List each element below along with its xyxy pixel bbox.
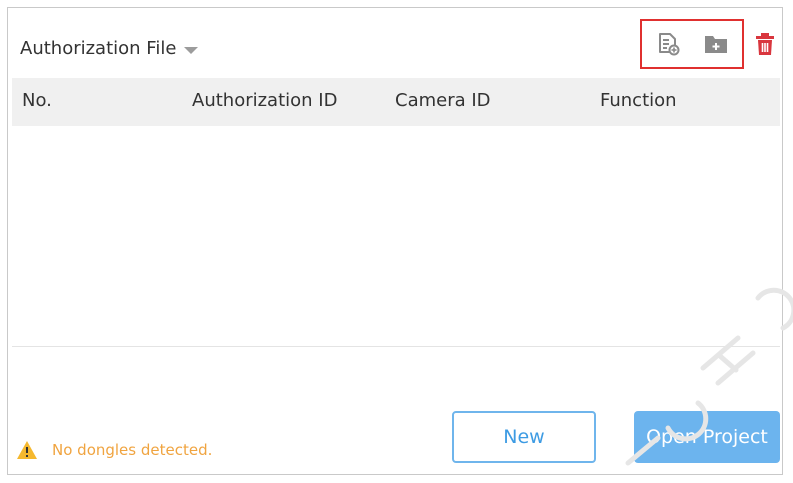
panel-title: Authorization File [20,38,177,59]
caret-down-icon[interactable] [184,46,199,54]
trash-icon [756,33,774,55]
status-bar: No dongles detected. [16,440,212,460]
authorization-file-selector[interactable]: Authorization File [20,38,199,59]
import-file-button[interactable] [655,31,681,57]
table-header: No. Authorization ID Camera ID Function [12,78,780,126]
import-file-icon [659,33,680,56]
status-message: No dongles detected. [52,441,213,459]
add-folder-icon [705,36,727,53]
authorization-panel: Authorization File No. Authorization ID … [7,7,793,475]
column-header-camera-id[interactable]: Camera ID [395,90,491,111]
add-folder-button[interactable] [703,31,729,57]
open-project-button[interactable]: Open Project [634,411,780,463]
delete-button[interactable] [752,31,778,57]
column-header-authorization-id[interactable]: Authorization ID [192,90,337,111]
warning-icon [17,441,37,459]
column-header-no[interactable]: No. [22,90,52,111]
column-header-function[interactable]: Function [600,90,677,111]
new-button[interactable]: New [452,411,596,463]
authorization-table: No. Authorization ID Camera ID Function [12,78,780,347]
